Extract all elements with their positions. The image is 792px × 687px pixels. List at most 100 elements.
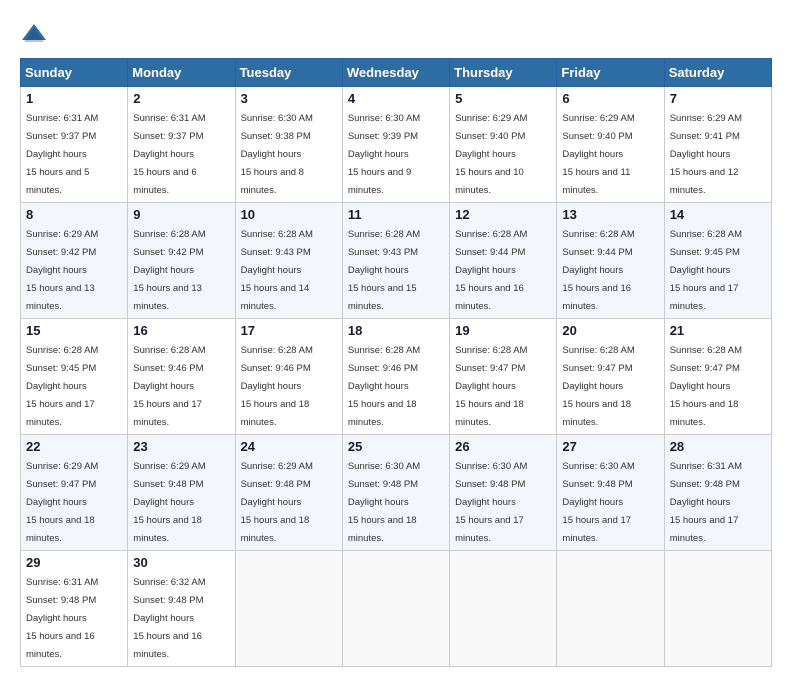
day-number: 20 bbox=[562, 323, 658, 338]
weekday-header-wednesday: Wednesday bbox=[342, 59, 449, 87]
day-info: Sunrise: 6:28 AMSunset: 9:43 PMDaylight … bbox=[348, 229, 420, 312]
calendar-cell: 25 Sunrise: 6:30 AMSunset: 9:48 PMDaylig… bbox=[342, 435, 449, 551]
calendar-week-row: 8 Sunrise: 6:29 AMSunset: 9:42 PMDayligh… bbox=[21, 203, 772, 319]
day-info: Sunrise: 6:30 AMSunset: 9:39 PMDaylight … bbox=[348, 113, 420, 196]
calendar-cell: 22 Sunrise: 6:29 AMSunset: 9:47 PMDaylig… bbox=[21, 435, 128, 551]
day-number: 11 bbox=[348, 207, 444, 222]
weekday-header-saturday: Saturday bbox=[664, 59, 771, 87]
day-number: 27 bbox=[562, 439, 658, 454]
day-info: Sunrise: 6:28 AMSunset: 9:46 PMDaylight … bbox=[133, 345, 205, 428]
calendar-cell: 30 Sunrise: 6:32 AMSunset: 9:48 PMDaylig… bbox=[128, 551, 235, 667]
day-info: Sunrise: 6:28 AMSunset: 9:43 PMDaylight … bbox=[241, 229, 313, 312]
weekday-header-sunday: Sunday bbox=[21, 59, 128, 87]
calendar-cell: 7 Sunrise: 6:29 AMSunset: 9:41 PMDayligh… bbox=[664, 87, 771, 203]
logo bbox=[20, 20, 52, 48]
calendar-cell: 4 Sunrise: 6:30 AMSunset: 9:39 PMDayligh… bbox=[342, 87, 449, 203]
day-number: 30 bbox=[133, 555, 229, 570]
calendar-cell: 1 Sunrise: 6:31 AMSunset: 9:37 PMDayligh… bbox=[21, 87, 128, 203]
day-number: 17 bbox=[241, 323, 337, 338]
calendar-cell bbox=[450, 551, 557, 667]
day-number: 21 bbox=[670, 323, 766, 338]
day-number: 12 bbox=[455, 207, 551, 222]
day-info: Sunrise: 6:28 AMSunset: 9:44 PMDaylight … bbox=[562, 229, 634, 312]
day-info: Sunrise: 6:28 AMSunset: 9:42 PMDaylight … bbox=[133, 229, 205, 312]
day-info: Sunrise: 6:29 AMSunset: 9:42 PMDaylight … bbox=[26, 229, 98, 312]
day-info: Sunrise: 6:28 AMSunset: 9:45 PMDaylight … bbox=[26, 345, 98, 428]
calendar-table: SundayMondayTuesdayWednesdayThursdayFrid… bbox=[20, 58, 772, 667]
calendar-cell: 5 Sunrise: 6:29 AMSunset: 9:40 PMDayligh… bbox=[450, 87, 557, 203]
calendar-cell: 6 Sunrise: 6:29 AMSunset: 9:40 PMDayligh… bbox=[557, 87, 664, 203]
calendar-cell: 2 Sunrise: 6:31 AMSunset: 9:37 PMDayligh… bbox=[128, 87, 235, 203]
calendar-cell bbox=[664, 551, 771, 667]
calendar-cell: 21 Sunrise: 6:28 AMSunset: 9:47 PMDaylig… bbox=[664, 319, 771, 435]
calendar-cell: 29 Sunrise: 6:31 AMSunset: 9:48 PMDaylig… bbox=[21, 551, 128, 667]
day-number: 14 bbox=[670, 207, 766, 222]
calendar-cell: 13 Sunrise: 6:28 AMSunset: 9:44 PMDaylig… bbox=[557, 203, 664, 319]
calendar-cell bbox=[557, 551, 664, 667]
day-number: 26 bbox=[455, 439, 551, 454]
calendar-cell bbox=[235, 551, 342, 667]
day-number: 5 bbox=[455, 91, 551, 106]
day-number: 3 bbox=[241, 91, 337, 106]
weekday-header-thursday: Thursday bbox=[450, 59, 557, 87]
day-number: 19 bbox=[455, 323, 551, 338]
calendar-cell: 27 Sunrise: 6:30 AMSunset: 9:48 PMDaylig… bbox=[557, 435, 664, 551]
day-number: 13 bbox=[562, 207, 658, 222]
day-info: Sunrise: 6:30 AMSunset: 9:48 PMDaylight … bbox=[562, 461, 634, 544]
day-info: Sunrise: 6:28 AMSunset: 9:45 PMDaylight … bbox=[670, 229, 742, 312]
calendar-cell: 10 Sunrise: 6:28 AMSunset: 9:43 PMDaylig… bbox=[235, 203, 342, 319]
day-info: Sunrise: 6:30 AMSunset: 9:48 PMDaylight … bbox=[455, 461, 527, 544]
calendar-cell: 8 Sunrise: 6:29 AMSunset: 9:42 PMDayligh… bbox=[21, 203, 128, 319]
day-info: Sunrise: 6:29 AMSunset: 9:40 PMDaylight … bbox=[562, 113, 634, 196]
day-info: Sunrise: 6:30 AMSunset: 9:48 PMDaylight … bbox=[348, 461, 420, 544]
day-info: Sunrise: 6:28 AMSunset: 9:47 PMDaylight … bbox=[562, 345, 634, 428]
weekday-header-friday: Friday bbox=[557, 59, 664, 87]
day-number: 1 bbox=[26, 91, 122, 106]
calendar-cell: 20 Sunrise: 6:28 AMSunset: 9:47 PMDaylig… bbox=[557, 319, 664, 435]
day-number: 10 bbox=[241, 207, 337, 222]
day-info: Sunrise: 6:31 AMSunset: 9:48 PMDaylight … bbox=[26, 577, 98, 660]
calendar-cell: 15 Sunrise: 6:28 AMSunset: 9:45 PMDaylig… bbox=[21, 319, 128, 435]
day-info: Sunrise: 6:29 AMSunset: 9:48 PMDaylight … bbox=[241, 461, 313, 544]
weekday-header-monday: Monday bbox=[128, 59, 235, 87]
calendar-cell: 16 Sunrise: 6:28 AMSunset: 9:46 PMDaylig… bbox=[128, 319, 235, 435]
calendar-week-row: 22 Sunrise: 6:29 AMSunset: 9:47 PMDaylig… bbox=[21, 435, 772, 551]
calendar-cell: 9 Sunrise: 6:28 AMSunset: 9:42 PMDayligh… bbox=[128, 203, 235, 319]
day-number: 24 bbox=[241, 439, 337, 454]
page-header bbox=[20, 20, 772, 48]
day-number: 6 bbox=[562, 91, 658, 106]
weekday-header-tuesday: Tuesday bbox=[235, 59, 342, 87]
day-number: 15 bbox=[26, 323, 122, 338]
day-info: Sunrise: 6:28 AMSunset: 9:47 PMDaylight … bbox=[670, 345, 742, 428]
day-number: 9 bbox=[133, 207, 229, 222]
calendar-week-row: 15 Sunrise: 6:28 AMSunset: 9:45 PMDaylig… bbox=[21, 319, 772, 435]
day-number: 2 bbox=[133, 91, 229, 106]
day-number: 29 bbox=[26, 555, 122, 570]
calendar-cell: 14 Sunrise: 6:28 AMSunset: 9:45 PMDaylig… bbox=[664, 203, 771, 319]
day-info: Sunrise: 6:30 AMSunset: 9:38 PMDaylight … bbox=[241, 113, 313, 196]
calendar-cell: 12 Sunrise: 6:28 AMSunset: 9:44 PMDaylig… bbox=[450, 203, 557, 319]
day-info: Sunrise: 6:31 AMSunset: 9:37 PMDaylight … bbox=[26, 113, 98, 196]
day-number: 4 bbox=[348, 91, 444, 106]
calendar-cell: 18 Sunrise: 6:28 AMSunset: 9:46 PMDaylig… bbox=[342, 319, 449, 435]
day-info: Sunrise: 6:32 AMSunset: 9:48 PMDaylight … bbox=[133, 577, 205, 660]
day-number: 16 bbox=[133, 323, 229, 338]
day-info: Sunrise: 6:31 AMSunset: 9:48 PMDaylight … bbox=[670, 461, 742, 544]
calendar-cell: 23 Sunrise: 6:29 AMSunset: 9:48 PMDaylig… bbox=[128, 435, 235, 551]
calendar-week-row: 29 Sunrise: 6:31 AMSunset: 9:48 PMDaylig… bbox=[21, 551, 772, 667]
calendar-cell: 28 Sunrise: 6:31 AMSunset: 9:48 PMDaylig… bbox=[664, 435, 771, 551]
day-info: Sunrise: 6:31 AMSunset: 9:37 PMDaylight … bbox=[133, 113, 205, 196]
day-info: Sunrise: 6:28 AMSunset: 9:47 PMDaylight … bbox=[455, 345, 527, 428]
calendar-week-row: 1 Sunrise: 6:31 AMSunset: 9:37 PMDayligh… bbox=[21, 87, 772, 203]
weekday-header-row: SundayMondayTuesdayWednesdayThursdayFrid… bbox=[21, 59, 772, 87]
day-number: 8 bbox=[26, 207, 122, 222]
calendar-cell: 17 Sunrise: 6:28 AMSunset: 9:46 PMDaylig… bbox=[235, 319, 342, 435]
day-info: Sunrise: 6:29 AMSunset: 9:41 PMDaylight … bbox=[670, 113, 742, 196]
calendar-cell bbox=[342, 551, 449, 667]
day-number: 22 bbox=[26, 439, 122, 454]
day-info: Sunrise: 6:29 AMSunset: 9:48 PMDaylight … bbox=[133, 461, 205, 544]
day-info: Sunrise: 6:29 AMSunset: 9:40 PMDaylight … bbox=[455, 113, 527, 196]
day-number: 7 bbox=[670, 91, 766, 106]
calendar-cell: 24 Sunrise: 6:29 AMSunset: 9:48 PMDaylig… bbox=[235, 435, 342, 551]
day-number: 25 bbox=[348, 439, 444, 454]
